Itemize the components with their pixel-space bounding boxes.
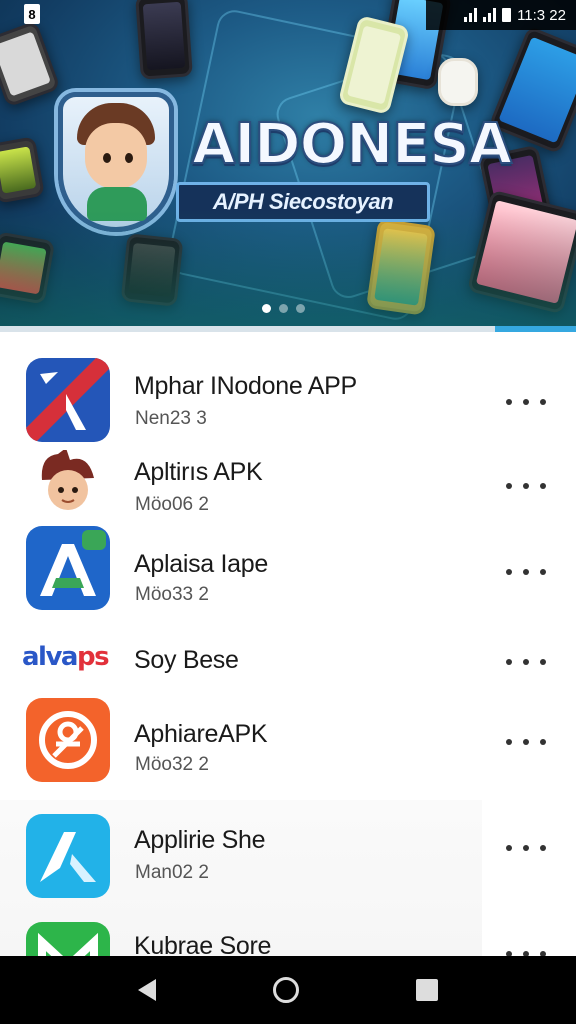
phone-graphic [366, 218, 436, 316]
signal-icon [464, 8, 478, 22]
status-bar: 11:3 22 [426, 0, 576, 30]
more-options-icon[interactable] [506, 650, 546, 674]
gadget-graphic [0, 136, 45, 204]
app-title: Apltirıs APK [134, 458, 263, 486]
blue-slash-icon [26, 358, 110, 442]
back-icon[interactable] [138, 979, 157, 1001]
phone-graphic [120, 233, 184, 307]
carousel-dot[interactable] [262, 304, 271, 313]
gadget-graphic [0, 20, 61, 108]
more-options-icon[interactable] [506, 942, 546, 956]
mascot-icon [36, 450, 100, 522]
app-version: Möo33 2 [135, 584, 209, 605]
list-item[interactable]: Applirie She Man02 2 [0, 810, 576, 906]
app-title: Aplaisa Iape [134, 550, 268, 578]
mascot-body [87, 187, 147, 221]
mascot-eye [103, 153, 111, 163]
a-store-icon [26, 526, 110, 610]
more-options-icon[interactable] [506, 474, 546, 498]
list-item[interactable]: Kubrae Sore [0, 922, 576, 956]
more-options-icon[interactable] [506, 560, 546, 584]
orange-badge-icon [26, 698, 110, 782]
status-time: 11:3 22 [517, 6, 566, 24]
app-version: Möo06 2 [135, 494, 209, 515]
navigation-bar [0, 956, 576, 1024]
phone-graphic [135, 0, 193, 80]
phone-graphic [0, 231, 56, 305]
alvaps-logo-icon: alvaps [22, 642, 110, 672]
mascot-toy-graphic [438, 58, 478, 106]
banner-divider [0, 326, 576, 332]
app-title: Kubrae Sore [134, 932, 272, 956]
carousel-dot[interactable] [279, 304, 288, 313]
home-icon[interactable] [272, 977, 299, 1003]
sim-card-icon: 8 [24, 4, 40, 24]
cyan-a-icon [26, 814, 110, 898]
app-title: AphiareAPK [134, 720, 268, 748]
banner-title: AIDONESA [191, 111, 513, 178]
app-title: Mphar INodone APP [134, 372, 357, 400]
app-title: Applirie She [134, 826, 266, 854]
recents-icon[interactable] [415, 979, 438, 1001]
more-options-icon[interactable] [506, 390, 546, 414]
signal-icon [483, 8, 497, 22]
hero-banner[interactable]: 8 11:3 22 AIDONESA A/PH Siecostoyan [0, 0, 576, 330]
carousel-indicator[interactable] [262, 304, 305, 313]
app-version: Man02 2 [135, 862, 209, 883]
banner-subtitle: A/PH Siecostoyan [176, 182, 430, 222]
app-version: Möo32 2 [135, 754, 209, 775]
green-m-icon [26, 922, 110, 956]
app-list[interactable]: Mphar INodone APP Nen23 3 Apltirıs APK M… [0, 332, 576, 956]
mascot-eye [125, 153, 133, 163]
mascot-face [85, 123, 147, 189]
app-version: Nen23 3 [135, 408, 207, 429]
mascot-shield-logo [58, 92, 174, 232]
more-options-icon[interactable] [506, 730, 546, 754]
more-options-icon[interactable] [506, 836, 546, 860]
list-item[interactable]: AphiareAPK Möo32 2 [0, 696, 576, 792]
battery-icon [502, 8, 512, 22]
list-item[interactable]: Mphar INodone APP Nen23 3 [0, 354, 576, 450]
app-title: Soy Bese [134, 646, 239, 674]
list-item[interactable]: Aplaisa Iape Möo33 2 [0, 526, 576, 622]
carousel-dot[interactable] [296, 304, 305, 313]
